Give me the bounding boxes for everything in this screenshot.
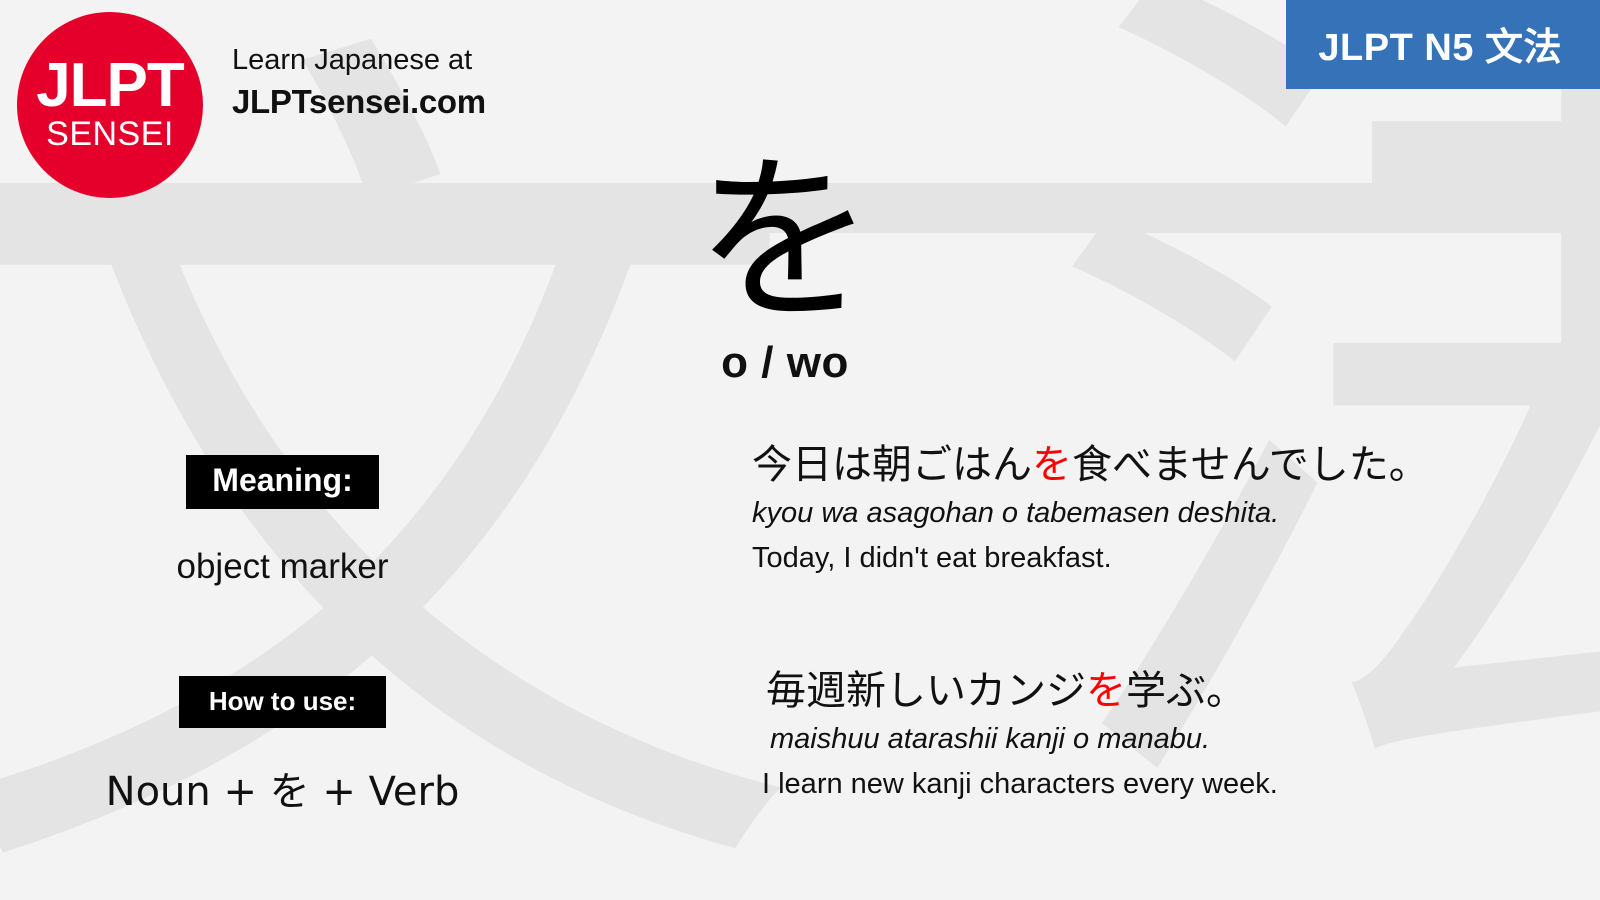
brand-site-url[interactable]: JLPTsensei.com xyxy=(232,80,486,125)
example-2-english: I learn new kanji characters every week. xyxy=(762,768,1278,801)
hero-section: を o / wo xyxy=(560,150,1010,388)
example-2-particle: を xyxy=(1086,668,1126,715)
meaning-block: Meaning: object marker xyxy=(0,455,565,588)
logo-secondary-text: SENSEI xyxy=(46,114,174,153)
jlpt-level-badge: JLPT N5 文法 xyxy=(1286,0,1600,89)
example-1-particle: を xyxy=(1032,442,1072,488)
example-sentence-2: 毎週新しいカンジを学ぶ。 maishuu atarashii kanji o m… xyxy=(762,666,1582,805)
example-1-romaji: kyou wa asagohan o tabemasen deshita. xyxy=(752,497,1280,529)
howto-block: How to use: Noun + を + Verb xyxy=(0,675,565,816)
badge-label: JLPT N5 文法 xyxy=(1318,27,1562,69)
howto-value: Noun + を + Verb xyxy=(105,768,460,815)
info-column: Meaning: object marker How to use: Noun … xyxy=(0,455,565,816)
example-1-english: Today, I didn't eat breakfast. xyxy=(752,542,1112,575)
meaning-value: object marker xyxy=(176,546,389,586)
example-2-jp-after: 学ぶ。 xyxy=(1126,668,1246,715)
jlpt-sensei-logo[interactable]: JLPT SENSEI xyxy=(17,12,203,198)
meaning-label: Meaning: xyxy=(186,455,379,509)
grammar-point-kana: を xyxy=(694,137,875,346)
brand-tagline: Learn Japanese at xyxy=(232,44,473,76)
example-sentence-1: 今日は朝ごはんを食べませんでした。 kyou wa asagohan o tab… xyxy=(752,440,1582,579)
examples-column: 今日は朝ごはんを食べませんでした。 kyou wa asagohan o tab… xyxy=(752,440,1582,805)
example-2-romaji: maishuu atarashii kanji o manabu. xyxy=(770,723,1211,756)
example-2-jp-before: 毎週新しいカンジ xyxy=(766,668,1086,715)
example-2-japanese: 毎週新しいカンジを学ぶ。 xyxy=(766,666,1582,716)
grammar-point-romaji: o / wo xyxy=(721,337,849,387)
howto-label: How to use: xyxy=(178,675,387,728)
logo-primary-text: JLPT xyxy=(36,51,185,121)
example-1-japanese: 今日は朝ごはんを食べませんでした。 xyxy=(752,440,1582,490)
grammar-card: 文 法 JLPT SENSEI Learn Japanese at JLPTse… xyxy=(0,0,1600,900)
example-1-jp-after: 食べませんでした。 xyxy=(1072,442,1429,488)
brand-text: Learn Japanese at JLPTsensei.com xyxy=(232,42,486,124)
example-1-jp-before: 今日は朝ごはん xyxy=(752,442,1032,488)
